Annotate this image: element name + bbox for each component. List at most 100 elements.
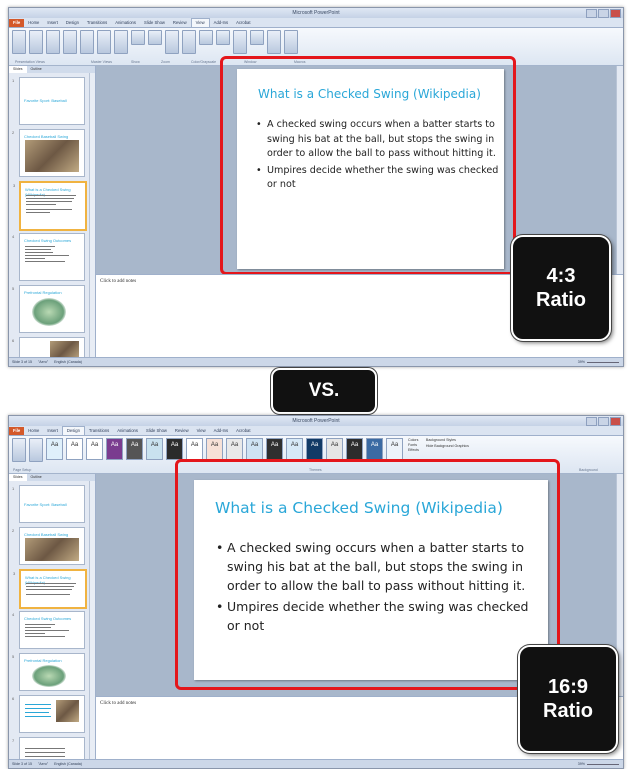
tab-slide-show[interactable]: Slide Show	[140, 19, 169, 27]
slide-master-button[interactable]	[80, 30, 94, 54]
theme-swatch[interactable]: Aa	[126, 438, 143, 460]
theme-swatch[interactable]: Aa	[386, 438, 403, 460]
tab-slide-show[interactable]: Slide Show	[142, 427, 171, 435]
slide-sorter-button[interactable]	[29, 30, 43, 54]
tab-review[interactable]: Review	[169, 19, 191, 27]
slide-thumbnail-1[interactable]: 1 Favorite Sport: Baseball	[12, 485, 85, 523]
slide-thumbnail-4[interactable]: 4 Checked Swing Outcomes	[12, 611, 85, 649]
theme-swatch[interactable]: Aa	[86, 438, 103, 460]
slide-thumbnail-3[interactable]: 3 What is a Checked Swing (Wikipedia)	[13, 569, 87, 609]
editor-scrollbar[interactable]	[616, 66, 623, 274]
tab-slides[interactable]: Slides	[9, 474, 27, 481]
tab-review[interactable]: Review	[171, 427, 193, 435]
theme-swatch[interactable]: Aa	[66, 438, 83, 460]
slide-thumbnail-5[interactable]: 5 Prefrontal Regulation	[12, 285, 85, 333]
tab-animations[interactable]: Animations	[113, 427, 142, 435]
theme-swatch[interactable]: Aa	[146, 438, 163, 460]
tab-home[interactable]: Home	[24, 427, 43, 435]
theme-swatch[interactable]: Aa	[326, 438, 343, 460]
tab-design[interactable]: Design	[61, 426, 85, 435]
page-setup-button[interactable]	[12, 438, 26, 462]
zoom-slider[interactable]	[587, 763, 619, 765]
colors-menu[interactable]: Colors	[408, 438, 419, 442]
gridlines-checkbox[interactable]	[148, 30, 162, 45]
tab-insert[interactable]: Insert	[43, 19, 61, 27]
theme-swatch[interactable]: Aa	[366, 438, 383, 460]
switch-windows-button[interactable]	[267, 30, 281, 54]
macros-button[interactable]	[284, 30, 298, 54]
pane-scrollbar[interactable]	[89, 73, 95, 357]
hide-background-checkbox[interactable]: Hide Background Graphics	[426, 444, 469, 448]
handout-master-button[interactable]	[97, 30, 111, 54]
theme-swatch[interactable]: Aa	[246, 438, 263, 460]
normal-view-button[interactable]	[12, 30, 26, 54]
notes-page-button[interactable]	[46, 30, 60, 54]
tab-view[interactable]: View	[193, 427, 210, 435]
tab-transitions[interactable]: Transitions	[83, 19, 111, 27]
effects-menu[interactable]: Effects	[408, 448, 419, 452]
slide-thumbnail-5[interactable]: 5 Prefrontal Regulation	[12, 653, 85, 691]
tab-file[interactable]: File	[9, 427, 25, 435]
tab-design[interactable]: Design	[62, 19, 83, 27]
tab-acrobat[interactable]: Acrobat	[232, 427, 254, 435]
arrange-all-button[interactable]	[250, 30, 264, 45]
theme-swatch[interactable]: Aa	[346, 438, 363, 460]
window-controls	[586, 9, 621, 18]
language-indicator[interactable]: English (Canada)	[54, 360, 82, 364]
fonts-menu[interactable]: Fonts	[408, 443, 419, 447]
language-indicator[interactable]: English (Canada)	[54, 762, 82, 766]
tab-add-ins[interactable]: Add-Ins	[210, 427, 232, 435]
theme-swatch[interactable]: Aa	[286, 438, 303, 460]
slide-thumbnail-3[interactable]: 3 What is a Checked Swing (Wikipedia)	[13, 181, 87, 231]
zoom-control[interactable]: 39%	[578, 762, 619, 766]
tab-slides[interactable]: Slides	[9, 66, 27, 73]
slide-thumbnail-1[interactable]: 1 Favorite Sport: Baseball	[12, 77, 85, 125]
tab-outline[interactable]: Outline	[27, 474, 46, 481]
slide-thumbnail-2[interactable]: 2 Checked Baseball Swing	[12, 527, 85, 565]
ruler-checkbox[interactable]	[131, 30, 145, 45]
tab-transitions[interactable]: Transitions	[85, 427, 113, 435]
thumb-number: 5	[12, 654, 15, 659]
tab-animations[interactable]: Animations	[111, 19, 140, 27]
slide-thumbnail-4[interactable]: 4 Checked Swing Outcomes	[12, 233, 85, 281]
tab-view[interactable]: View	[190, 18, 210, 27]
zoom-control[interactable]: 39%	[578, 360, 619, 364]
background-styles-menu[interactable]: Background Styles	[426, 438, 469, 442]
notes-master-button[interactable]	[114, 30, 128, 54]
reading-view-button[interactable]	[63, 30, 77, 54]
theme-swatch[interactable]: Aa	[266, 438, 283, 460]
close-button[interactable]	[610, 417, 621, 426]
slide-orientation-button[interactable]	[29, 438, 43, 462]
minimize-button[interactable]	[586, 9, 597, 18]
thumb-number: 1	[12, 78, 15, 83]
maximize-button[interactable]	[598, 417, 609, 426]
slide-thumbnail-6[interactable]: 6	[12, 695, 85, 733]
theme-swatch[interactable]: Aa	[206, 438, 223, 460]
zoom-button[interactable]	[165, 30, 179, 54]
minimize-button[interactable]	[586, 417, 597, 426]
theme-swatch[interactable]: Aa	[166, 438, 183, 460]
thumb-number: 6	[12, 338, 15, 343]
grayscale-button[interactable]	[216, 30, 230, 45]
tab-outline[interactable]: Outline	[27, 66, 46, 73]
maximize-button[interactable]	[598, 9, 609, 18]
theme-swatch[interactable]: Aa	[46, 438, 63, 460]
slide-thumbnail-2[interactable]: 2 Checked Baseball Swing	[12, 129, 85, 177]
tab-file[interactable]: File	[9, 19, 25, 27]
tab-acrobat[interactable]: Acrobat	[232, 19, 254, 27]
tab-insert[interactable]: Insert	[43, 427, 61, 435]
theme-swatch[interactable]: Aa	[106, 438, 123, 460]
tab-add-ins[interactable]: Add-Ins	[210, 19, 232, 27]
pane-scrollbar[interactable]	[89, 481, 95, 759]
fit-to-window-button[interactable]	[182, 30, 196, 54]
theme-swatch[interactable]: Aa	[186, 438, 203, 460]
theme-swatch[interactable]: Aa	[306, 438, 323, 460]
zoom-slider[interactable]	[587, 361, 619, 363]
zoom-level: 39%	[577, 360, 585, 364]
close-button[interactable]	[610, 9, 621, 18]
theme-swatch[interactable]: Aa	[226, 438, 243, 460]
new-window-button[interactable]	[233, 30, 247, 54]
ribbon-group-label: Presentation Views	[15, 60, 45, 64]
color-button[interactable]	[199, 30, 213, 45]
tab-home[interactable]: Home	[24, 19, 43, 27]
